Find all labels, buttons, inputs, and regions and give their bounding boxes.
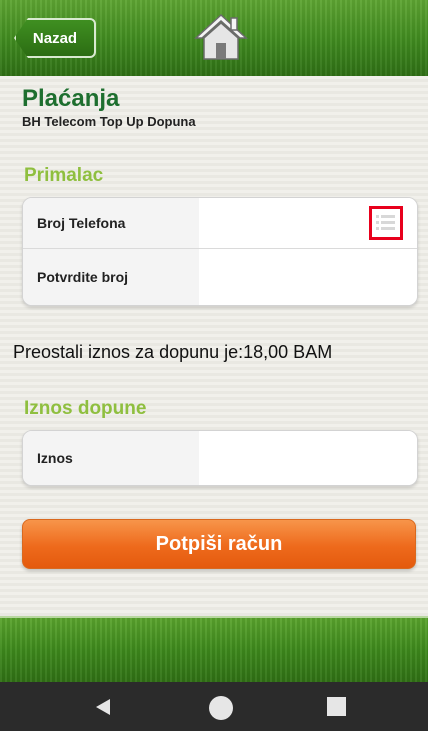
contacts-list-icon[interactable]	[369, 206, 403, 240]
remaining-amount-text: Preostali iznos za dopunu je:18,00 BAM	[13, 342, 333, 362]
phone-row: Broj Telefona	[23, 198, 417, 248]
list-icon	[376, 215, 395, 230]
section-title-recipient: Primalac	[24, 165, 104, 186]
nav-recent-apps-icon[interactable]	[327, 697, 346, 716]
amount-card: Iznos	[22, 430, 418, 486]
page-subtitle: BH Telecom Top Up Dopuna	[22, 114, 196, 129]
amount-input[interactable]	[199, 431, 417, 485]
footer-bar	[0, 616, 428, 684]
page-title: Plaćanja	[22, 85, 120, 112]
nav-back-icon[interactable]	[94, 698, 112, 716]
amount-row: Iznos	[23, 431, 417, 485]
confirm-label: Potvrdite broj	[23, 249, 199, 305]
back-button[interactable]: Nazad	[14, 18, 96, 58]
top-bar: Nazad	[0, 0, 428, 76]
sign-bill-button[interactable]: Potpiši račun	[22, 519, 416, 569]
amount-label: Iznos	[23, 431, 199, 485]
recipient-card: Broj Telefona Potvrdite broj	[22, 197, 418, 306]
nav-home-icon[interactable]	[209, 696, 233, 720]
home-icon[interactable]	[193, 12, 249, 62]
system-nav-bar	[0, 682, 428, 731]
confirm-row: Potvrdite broj	[23, 248, 417, 305]
section-title-amount: Iznos dopune	[24, 398, 147, 419]
phone-label: Broj Telefona	[23, 198, 199, 248]
confirm-input[interactable]	[199, 249, 417, 305]
